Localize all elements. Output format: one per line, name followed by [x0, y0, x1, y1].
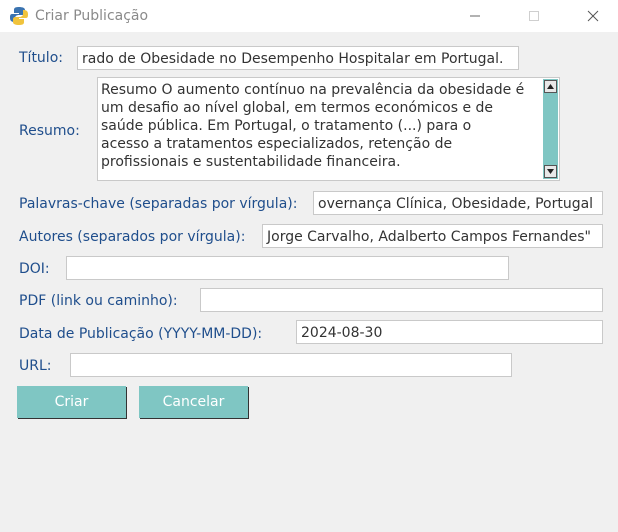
scroll-up-button[interactable]: [544, 80, 557, 93]
close-button[interactable]: [570, 0, 616, 32]
scroll-down-button[interactable]: [544, 165, 557, 178]
data-publicacao-label: Data de Publicação (YYYY-MM-DD):: [19, 326, 263, 342]
maximize-button[interactable]: [511, 0, 557, 32]
cancelar-button[interactable]: Cancelar: [139, 386, 248, 418]
resumo-textarea[interactable]: Resumo O aumento contínuo na prevalência…: [97, 77, 560, 181]
arrow-up-icon: [547, 84, 554, 89]
pdf-input[interactable]: [200, 288, 603, 312]
palavras-chave-label: Palavras-chave (separadas por vírgula):: [19, 196, 298, 212]
minimize-button[interactable]: [452, 0, 498, 32]
resumo-label: Resumo:: [19, 123, 80, 139]
window-title: Criar Publicação: [35, 8, 149, 24]
titulo-input[interactable]: rado de Obesidade no Desempenho Hospital…: [77, 46, 519, 70]
minimize-icon: [470, 15, 480, 17]
resumo-scrollbar[interactable]: [542, 78, 559, 180]
titulo-label: Título:: [19, 50, 63, 66]
arrow-down-icon: [547, 169, 554, 174]
title-bar: Criar Publicação: [0, 0, 618, 32]
criar-button[interactable]: Criar: [17, 386, 126, 418]
doi-label: DOI:: [19, 261, 50, 277]
doi-input[interactable]: [66, 256, 509, 280]
url-input[interactable]: [70, 353, 512, 377]
palavras-chave-input[interactable]: overnança Clínica, Obesidade, Portugal: [313, 191, 603, 215]
autores-label: Autores (separados por vírgula):: [19, 229, 246, 245]
maximize-icon: [529, 11, 539, 21]
url-label: URL:: [19, 358, 52, 374]
python-icon: [10, 7, 28, 25]
resumo-text: Resumo O aumento contínuo na prevalência…: [101, 82, 525, 170]
autores-input[interactable]: Jorge Carvalho, Adalberto Campos Fernand…: [262, 224, 603, 248]
pdf-label: PDF (link ou caminho):: [19, 293, 178, 309]
data-publicacao-input[interactable]: 2024-08-30: [296, 320, 603, 344]
close-icon: [587, 10, 599, 22]
